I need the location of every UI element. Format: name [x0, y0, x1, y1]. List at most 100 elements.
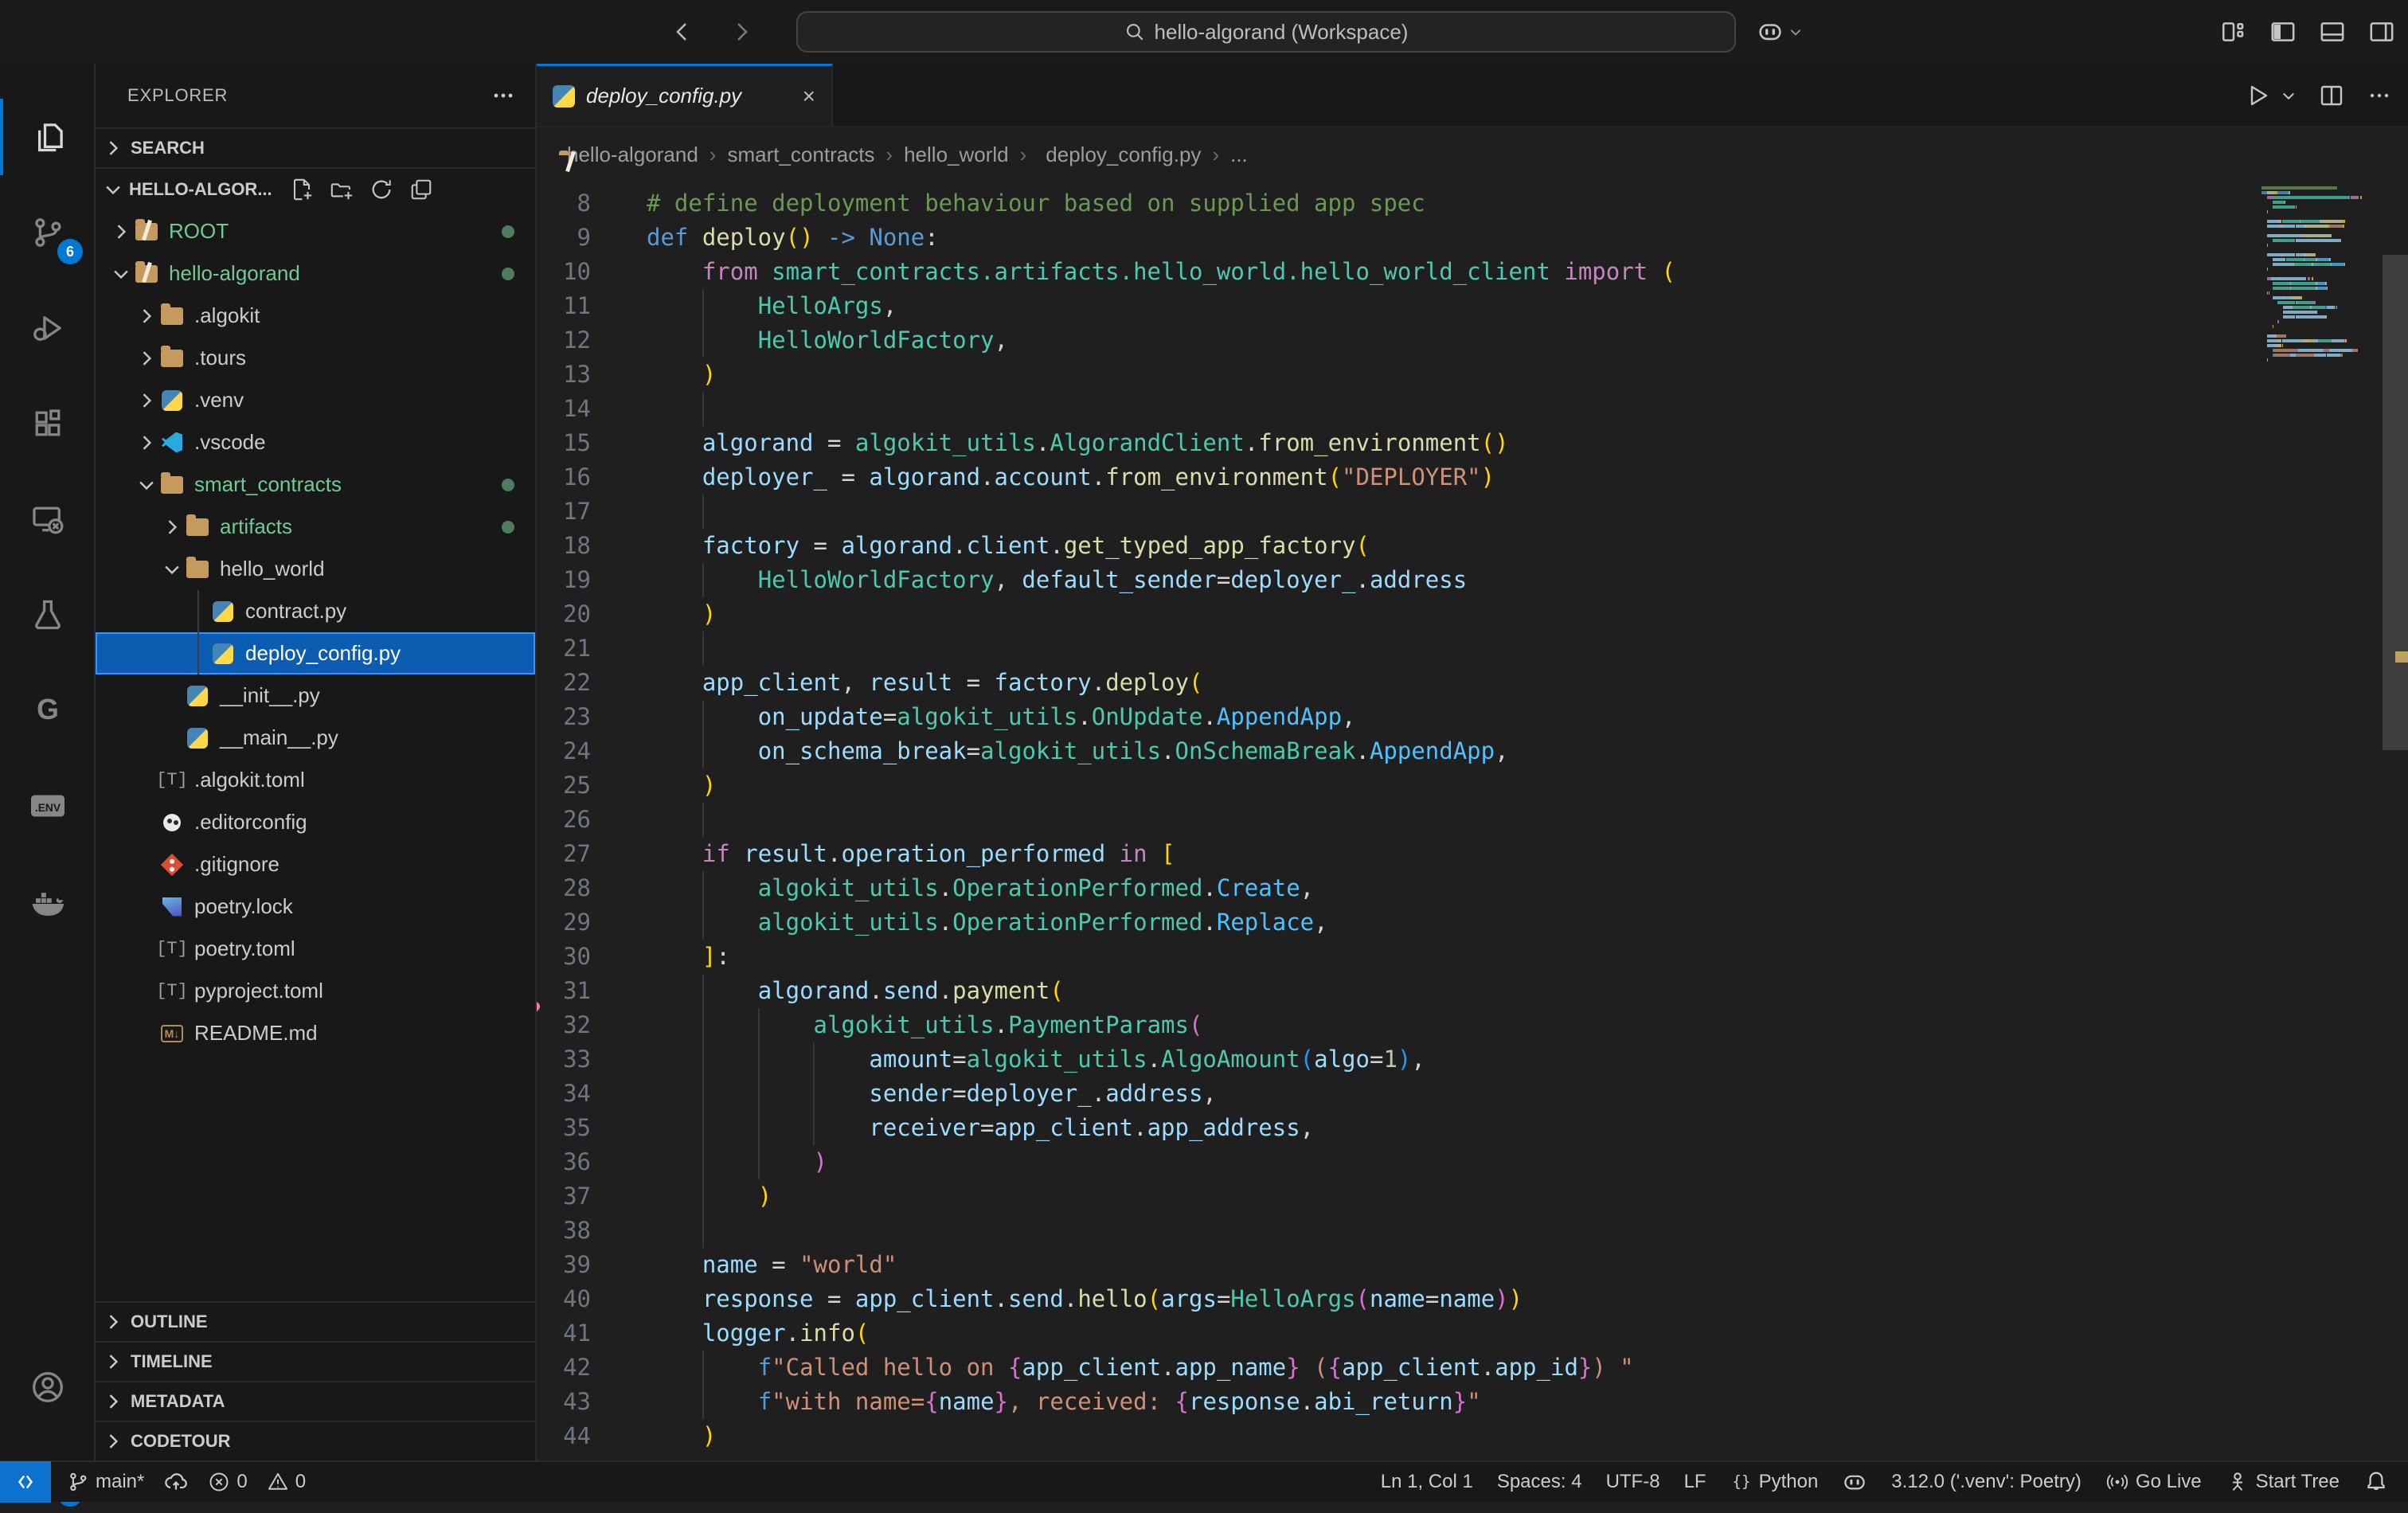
- status-cursor-position[interactable]: Ln 1, Col 1: [1381, 1471, 1473, 1493]
- code-line-11[interactable]: 11 HelloArgs,: [537, 289, 2408, 323]
- code-line-26[interactable]: 26: [537, 803, 2408, 837]
- tree-item--vscode[interactable]: .vscode: [96, 421, 535, 463]
- activitybar-remote-explorer[interactable]: [0, 481, 96, 557]
- code-line-16[interactable]: 16 deployer_ = algorand.account.from_env…: [537, 460, 2408, 495]
- tree-item-hello-world[interactable]: hello_world: [96, 548, 535, 590]
- code-line-17[interactable]: 17: [537, 495, 2408, 529]
- code-line-23[interactable]: 23 on_update=algokit_utils.OnUpdate.Appe…: [537, 700, 2408, 734]
- code-line-25[interactable]: 25 ): [537, 768, 2408, 803]
- code-line-36[interactable]: 36 ): [537, 1145, 2408, 1179]
- code-line-42[interactable]: 42 f"Called hello on {app_client.app_nam…: [537, 1351, 2408, 1385]
- close-tab-icon[interactable]: ×: [803, 84, 815, 109]
- nav-forward-icon[interactable]: [729, 19, 755, 45]
- command-center[interactable]: hello-algorand (Workspace): [796, 11, 1736, 53]
- status-problems-warnings[interactable]: 0: [267, 1471, 306, 1493]
- tree-item--main-py[interactable]: __main__.py: [96, 717, 535, 759]
- tree-item--algokit-toml[interactable]: [T].algokit.toml: [96, 759, 535, 801]
- code-line-43[interactable]: 43 f"with name={name}, received: {respon…: [537, 1385, 2408, 1419]
- activitybar-extensions[interactable]: [0, 385, 96, 462]
- tree-item--editorconfig[interactable]: .editorconfig: [96, 801, 535, 843]
- breadcrumb-item[interactable]: hello-algorand: [559, 143, 698, 167]
- breadcrumb-item[interactable]: hello_world: [904, 143, 1009, 167]
- toggle-primary-sidebar-icon[interactable]: [2269, 18, 2297, 45]
- tree-item--init-py[interactable]: __init__.py: [96, 674, 535, 717]
- code-line-13[interactable]: 13 ): [537, 358, 2408, 392]
- code-line-41[interactable]: 41 logger.info(: [537, 1316, 2408, 1351]
- activitybar-dotenv[interactable]: .ENV: [0, 768, 96, 844]
- code-line-22[interactable]: 22 app_client, result = factory.deploy(: [537, 666, 2408, 700]
- run-python-file-icon[interactable]: [2246, 83, 2271, 108]
- code-line-34[interactable]: 34 sender=deployer_.address,: [537, 1077, 2408, 1111]
- status-problems-errors[interactable]: 0: [208, 1471, 247, 1493]
- code-line-35[interactable]: 35 receiver=app_client.app_address,: [537, 1111, 2408, 1145]
- code-editor[interactable]: 8# define deployment behaviour based on …: [537, 182, 2408, 1460]
- code-line-32[interactable]: 32 algokit_utils.PaymentParams(: [537, 1008, 2408, 1042]
- code-line-40[interactable]: 40 response = app_client.send.hello(args…: [537, 1282, 2408, 1316]
- new-folder-icon[interactable]: [330, 178, 354, 201]
- tree-item-contract-py[interactable]: contract.py: [96, 590, 535, 632]
- tree-item-readme-md[interactable]: M↓README.md: [96, 1012, 535, 1054]
- code-line-10[interactable]: 10 from smart_contracts.artifacts.hello_…: [537, 255, 2408, 289]
- status-sync-changes[interactable]: [163, 1469, 189, 1495]
- status-language-mode[interactable]: {}Python: [1730, 1471, 1819, 1493]
- code-line-20[interactable]: 20 ): [537, 597, 2408, 631]
- code-line-15[interactable]: 15 algorand = algokit_utils.AlgorandClie…: [537, 426, 2408, 460]
- code-line-30[interactable]: 30 ]:: [537, 940, 2408, 974]
- activitybar-accounts[interactable]: [0, 1349, 96, 1425]
- workspace-section-header[interactable]: HELLO-ALGOR...: [96, 167, 535, 210]
- tree-item-deploy-config-py[interactable]: deploy_config.py: [96, 632, 535, 674]
- status-encoding[interactable]: UTF-8: [1606, 1471, 1660, 1493]
- tree-item-poetry-lock[interactable]: poetry.lock: [96, 886, 535, 928]
- code-line-9[interactable]: 9def deploy() -> None:: [537, 221, 2408, 255]
- code-line-28[interactable]: 28 algokit_utils.OperationPerformed.Crea…: [537, 871, 2408, 905]
- tree-item-smart-contracts[interactable]: smart_contracts: [96, 463, 535, 506]
- activitybar-source-control[interactable]: 6: [0, 194, 96, 271]
- code-line-37[interactable]: 37 ): [537, 1179, 2408, 1214]
- activitybar-gitlens[interactable]: G: [0, 672, 96, 749]
- copilot-menu[interactable]: [1757, 18, 1803, 45]
- new-file-icon[interactable]: [290, 178, 314, 201]
- split-editor-icon[interactable]: [2319, 83, 2344, 108]
- sidebar-section-metadata[interactable]: METADATA: [96, 1381, 535, 1421]
- code-line-38[interactable]: 38: [537, 1214, 2408, 1248]
- code-line-27[interactable]: 27 if result.operation_performed in [: [537, 837, 2408, 871]
- sidebar-section-codetour[interactable]: CODETOUR: [96, 1421, 535, 1460]
- editor-more-actions-icon[interactable]: [2367, 83, 2392, 108]
- code-line-12[interactable]: 12 HelloWorldFactory,: [537, 323, 2408, 358]
- tree-item-poetry-toml[interactable]: [T]poetry.toml: [96, 928, 535, 970]
- activitybar-explorer[interactable]: [0, 99, 96, 175]
- breadcrumb-item[interactable]: deploy_config.py: [1038, 143, 1201, 167]
- breadcrumb-item[interactable]: smart_contracts: [727, 143, 874, 167]
- toggle-panel-icon[interactable]: [2319, 18, 2346, 45]
- code-line-8[interactable]: 8# define deployment behaviour based on …: [537, 186, 2408, 221]
- toggle-secondary-sidebar-icon[interactable]: [2368, 18, 2395, 45]
- tree-item-pyproject-toml[interactable]: [T]pyproject.toml: [96, 970, 535, 1012]
- code-line-44[interactable]: 44 ): [537, 1419, 2408, 1453]
- status-go-live[interactable]: Go Live: [2105, 1470, 2202, 1494]
- sidebar-section-outline[interactable]: OUTLINE: [96, 1301, 535, 1341]
- tree-item-hello-algorand[interactable]: hello-algorand: [96, 252, 535, 295]
- status-eol[interactable]: LF: [1684, 1471, 1706, 1493]
- activitybar-testing[interactable]: [0, 577, 96, 653]
- status-python-interpreter[interactable]: 3.12.0 ('.venv': Poetry): [1891, 1471, 2082, 1493]
- remote-indicator[interactable]: [0, 1461, 51, 1503]
- status-start-tree[interactable]: Start Tree: [2226, 1470, 2340, 1494]
- sidebar-section-search[interactable]: SEARCH: [96, 127, 535, 167]
- tree-item-root[interactable]: ROOT: [96, 210, 535, 252]
- customize-layout-icon[interactable]: [2220, 18, 2247, 45]
- tree-item--algokit[interactable]: .algokit: [96, 295, 535, 337]
- code-line-39[interactable]: 39 name = "world": [537, 1248, 2408, 1282]
- nav-back-icon[interactable]: [669, 19, 694, 45]
- code-line-14[interactable]: 14: [537, 392, 2408, 426]
- breadcrumb-item[interactable]: ...: [1230, 143, 1248, 167]
- sidebar-section-timeline[interactable]: TIMELINE: [96, 1341, 535, 1381]
- activitybar-run-debug[interactable]: [0, 290, 96, 366]
- explorer-more-actions-icon[interactable]: [491, 83, 516, 108]
- tree-item--gitignore[interactable]: .gitignore: [96, 843, 535, 886]
- code-line-18[interactable]: 18 factory = algorand.client.get_typed_a…: [537, 529, 2408, 563]
- collapse-all-icon[interactable]: [409, 178, 433, 201]
- code-line-19[interactable]: 19 HelloWorldFactory, default_sender=dep…: [537, 563, 2408, 597]
- code-line-31[interactable]: 31 algorand.send.payment(: [537, 974, 2408, 1008]
- code-line-29[interactable]: 29 algokit_utils.OperationPerformed.Repl…: [537, 905, 2408, 940]
- tree-item-artifacts[interactable]: artifacts: [96, 506, 535, 548]
